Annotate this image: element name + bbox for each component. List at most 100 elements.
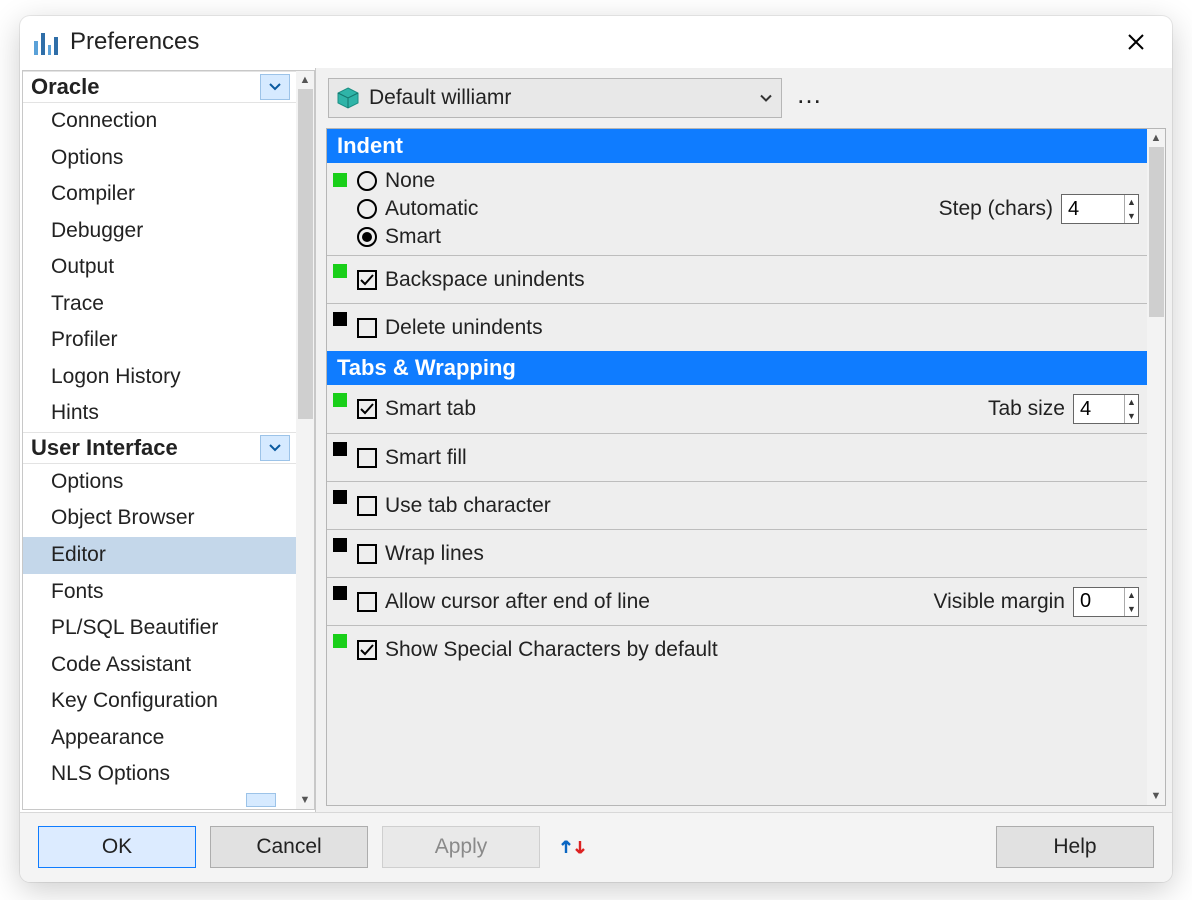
override-marker [333, 442, 347, 456]
chevron-down-icon [269, 444, 281, 452]
chevron-down-icon [759, 87, 773, 110]
override-marker [333, 173, 347, 187]
nav-item-output[interactable]: Output [23, 249, 296, 286]
use-tab-char-row: Use tab character [327, 481, 1147, 529]
import-export-button[interactable] [560, 833, 590, 861]
scroll-up-icon[interactable]: ▲ [1151, 129, 1162, 147]
collapse-toggle[interactable] [260, 74, 290, 100]
profile-label: Default williamr [369, 86, 511, 110]
step-label: Step (chars) [939, 197, 1053, 221]
spin-up-icon[interactable]: ▲ [1125, 588, 1138, 602]
special-chars-checkbox[interactable]: Show Special Characters by default [357, 638, 718, 662]
settings-scrollbar[interactable]: ▲ ▼ [1147, 129, 1165, 805]
delete-unindents-checkbox[interactable]: Delete unindents [357, 316, 543, 340]
scroll-up-icon[interactable]: ▲ [300, 71, 311, 89]
profile-row: Default williamr … [326, 74, 1166, 128]
nav-category-ui[interactable]: User Interface [23, 432, 296, 464]
visible-margin-input[interactable]: ▲▼ [1073, 587, 1139, 617]
footer: OK Cancel Apply Help [20, 812, 1172, 882]
nav-item-profiler[interactable]: Profiler [23, 322, 296, 359]
spin-down-icon[interactable]: ▼ [1125, 602, 1138, 616]
scroll-thumb[interactable] [298, 89, 313, 419]
nav-item-ui-options[interactable]: Options [23, 464, 296, 501]
close-button[interactable] [1118, 24, 1154, 60]
cancel-button[interactable]: Cancel [210, 826, 368, 868]
nav-item-beautifier[interactable]: PL/SQL Beautifier [23, 610, 296, 647]
indent-smart-radio[interactable]: Smart [357, 225, 441, 249]
settings-pane: Default williamr … Indent None [316, 68, 1172, 812]
nav-item-editor[interactable]: Editor [23, 537, 296, 574]
nav-category-oracle[interactable]: Oracle [23, 71, 296, 103]
nav-item-fonts[interactable]: Fonts [23, 574, 296, 611]
nav-item-hints[interactable]: Hints [23, 395, 296, 432]
section-indent-title: Indent [327, 129, 1147, 163]
override-marker [333, 264, 347, 278]
checkbox-label: Wrap lines [385, 542, 484, 566]
smart-tab-row: Smart tab Tab size ▲▼ [327, 385, 1147, 433]
nav-category-label: User Interface [31, 435, 178, 461]
checkbox-label: Show Special Characters by default [385, 638, 718, 662]
backspace-unindents-row: Backspace unindents [327, 255, 1147, 303]
visible-margin-label: Visible margin [933, 590, 1065, 614]
nav-item-trace[interactable]: Trace [23, 286, 296, 323]
use-tab-char-checkbox[interactable]: Use tab character [357, 494, 551, 518]
nav-scrollbar[interactable]: ▲ ▼ [296, 71, 314, 809]
smart-tab-checkbox[interactable]: Smart tab [357, 397, 476, 421]
nav-resize-handle[interactable] [23, 791, 278, 809]
nav-item-object-browser[interactable]: Object Browser [23, 500, 296, 537]
collapse-toggle[interactable] [260, 435, 290, 461]
override-marker [333, 586, 347, 600]
nav-item-connection[interactable]: Connection [23, 103, 296, 140]
nav-item-options[interactable]: Options [23, 140, 296, 177]
spin-up-icon[interactable]: ▲ [1125, 395, 1138, 409]
checkbox-label: Allow cursor after end of line [385, 590, 650, 614]
wrap-lines-checkbox[interactable]: Wrap lines [357, 542, 484, 566]
spin-down-icon[interactable]: ▼ [1125, 209, 1138, 223]
spin-up-icon[interactable]: ▲ [1125, 195, 1138, 209]
special-chars-row: Show Special Characters by default [327, 625, 1147, 673]
spin-down-icon[interactable]: ▼ [1125, 409, 1138, 423]
nav-item-nls[interactable]: NLS Options [23, 756, 296, 793]
scroll-down-icon[interactable]: ▼ [300, 791, 311, 809]
nav-item-appearance[interactable]: Appearance [23, 720, 296, 757]
nav-category-label: Oracle [31, 74, 100, 100]
step-chars-input[interactable]: ▲▼ [1061, 194, 1139, 224]
backspace-unindents-checkbox[interactable]: Backspace unindents [357, 268, 585, 292]
nav-item-debugger[interactable]: Debugger [23, 213, 296, 250]
delete-unindents-row: Delete unindents [327, 303, 1147, 351]
checkbox-label: Backspace unindents [385, 268, 585, 292]
ok-button[interactable]: OK [38, 826, 196, 868]
step-chars-field[interactable] [1062, 195, 1124, 223]
override-marker [333, 490, 347, 504]
radio-label: Smart [385, 225, 441, 249]
nav-item-logon-history[interactable]: Logon History [23, 359, 296, 396]
preferences-icon [34, 29, 58, 55]
indent-none-radio[interactable]: None [357, 169, 435, 193]
settings-list: Indent None Automatic Smart [326, 128, 1166, 806]
preferences-window: Preferences Oracle Connection Options [20, 16, 1172, 882]
help-button[interactable]: Help [996, 826, 1154, 868]
section-tabs-title: Tabs & Wrapping [327, 351, 1147, 385]
visible-margin-field[interactable] [1074, 588, 1124, 616]
tab-size-input[interactable]: ▲▼ [1073, 394, 1139, 424]
chevron-down-icon [269, 83, 281, 91]
radio-label: None [385, 169, 435, 193]
nav-item-compiler[interactable]: Compiler [23, 176, 296, 213]
cursor-eol-row: Allow cursor after end of line Visible m… [327, 577, 1147, 625]
scroll-thumb[interactable] [1149, 147, 1164, 317]
nav-item-key-config[interactable]: Key Configuration [23, 683, 296, 720]
smart-fill-checkbox[interactable]: Smart fill [357, 446, 467, 470]
scroll-down-icon[interactable]: ▼ [1151, 787, 1162, 805]
titlebar: Preferences [20, 16, 1172, 68]
override-marker [333, 312, 347, 326]
indent-auto-radio[interactable]: Automatic [357, 197, 478, 221]
cursor-eol-checkbox[interactable]: Allow cursor after end of line [357, 590, 650, 614]
tab-size-field[interactable] [1074, 395, 1124, 423]
more-button[interactable]: … [796, 79, 824, 118]
apply-button: Apply [382, 826, 540, 868]
checkbox-label: Delete unindents [385, 316, 543, 340]
smart-fill-row: Smart fill [327, 433, 1147, 481]
radio-label: Automatic [385, 197, 478, 221]
nav-item-code-assistant[interactable]: Code Assistant [23, 647, 296, 684]
profile-select[interactable]: Default williamr [328, 78, 782, 118]
